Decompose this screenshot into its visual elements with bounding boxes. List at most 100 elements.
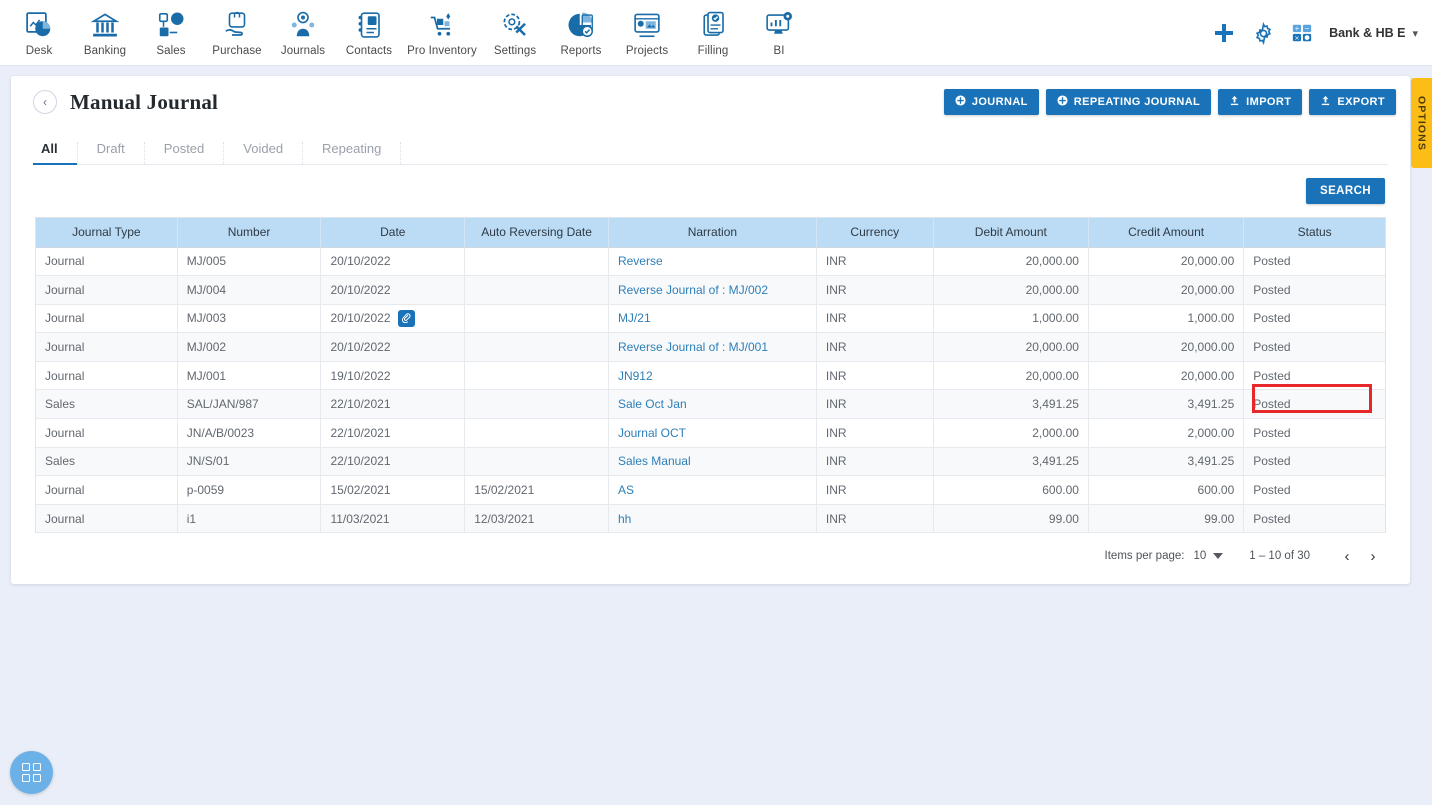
cell-narration[interactable]: Reverse Journal of : MJ/001 [608,332,817,362]
narration-link[interactable]: Sales Manual [618,454,691,468]
cell-journal-type: Journal [36,475,178,505]
cell-number: i1 [177,504,322,534]
cell-text: Journal [45,340,85,355]
cell-narration[interactable]: Reverse [608,247,817,277]
nav-item-reports[interactable]: Reports [548,4,614,57]
table-row[interactable]: Sales JN/S/01 22/10/2021 Sales Manual INR 3,4… [36,447,1385,477]
plus-circle-icon [1057,95,1068,109]
cell-credit-amount: 1,000.00 [1088,304,1245,334]
nav-item-contacts[interactable]: Contacts [336,4,402,57]
cell-narration[interactable]: Journal OCT [608,418,817,448]
cell-text: 20,000.00 [1180,282,1235,297]
cell-text: 600.00 [1042,483,1079,498]
plus-icon[interactable] [1212,21,1236,45]
cell-narration[interactable]: hh [608,504,817,534]
column-header-debit-amount[interactable]: Debit Amount [933,218,1089,248]
table-row[interactable]: Sales SAL/JAN/987 22/10/2021 Sale Oct Jan IN… [36,389,1385,420]
items-per-page-dropdown-icon[interactable] [1213,553,1224,560]
cell-narration[interactable]: Sale Oct Jan [608,389,817,420]
search-button[interactable]: SEARCH [1306,178,1385,204]
cell-debit-amount: 600.00 [933,475,1089,505]
nav-item-pro-inventory[interactable]: Pro Inventory [402,4,482,57]
cell-currency: INR [816,475,934,505]
nav-item-desk[interactable]: Desk [6,4,72,57]
cell-narration[interactable]: Sales Manual [608,447,817,477]
items-per-page-value[interactable]: 10 [1193,550,1206,562]
table-row[interactable]: Journal p-0059 15/02/2021 15/02/2021 AS INR 60… [36,475,1385,505]
nav-item-bi[interactable]: BI [746,4,812,57]
narration-link[interactable]: MJ/21 [618,311,651,325]
tab-voided[interactable]: Voided [224,142,304,164]
column-header-label: Status [1297,225,1332,240]
back-button[interactable]: ‹ [33,90,57,114]
cell-number: MJ/003 [177,304,322,334]
narration-link[interactable]: hh [618,512,631,526]
table-row[interactable]: Journal MJ/002 20/10/2022 Reverse Journal o… [36,332,1385,362]
cell-status: Posted [1243,247,1385,277]
table-row[interactable]: Journal i1 11/03/2021 12/03/2021 hh INR 99.00 9… [36,504,1385,534]
table-row[interactable]: Journal MJ/001 19/10/2022 JN912 INR 20,000.00… [36,361,1385,391]
cell-narration[interactable]: AS [608,475,817,505]
narration-link[interactable]: AS [618,483,634,497]
journal-button[interactable]: JOURNAL [943,89,1039,115]
table-row[interactable]: Journal MJ/004 20/10/2022 Reverse Journal o… [36,275,1385,305]
repeating-journal-button[interactable]: REPEATING JOURNAL [1045,89,1212,115]
cell-date: 19/10/2022 [320,361,466,391]
export-button[interactable]: EXPORT [1309,89,1396,115]
cell-narration[interactable]: JN912 [608,361,817,391]
narration-link[interactable]: Sale Oct Jan [618,397,687,411]
cell-text: INR [825,311,847,326]
next-page-button[interactable]: › [1360,543,1386,569]
tab-repeating[interactable]: Repeating [303,142,402,164]
nav-item-label: Reports [560,45,602,57]
bi-icon [762,8,796,42]
import-button[interactable]: IMPORT [1218,89,1303,115]
cell-auto-reversing-date: 12/03/2021 [464,504,609,534]
narration-link[interactable]: Journal OCT [618,426,686,440]
column-header-date[interactable]: Date [320,218,466,248]
table-row[interactable]: Journal MJ/003 20/10/2022 MJ/21 INR 1,000.00 1… [36,304,1385,334]
nav-item-filling[interactable]: Filling [680,4,746,57]
cell-status: Posted [1243,275,1385,305]
calculator-icon[interactable]: + − × [1291,22,1313,44]
table-row[interactable]: Journal JN/A/B/0023 22/10/2021 Journal OCT I… [36,418,1385,448]
attachment-icon[interactable] [397,309,415,327]
nav-item-banking[interactable]: Banking [72,4,138,57]
cell-narration[interactable]: MJ/21 [608,304,817,334]
cell-text: INR [825,454,847,469]
apps-grid-button[interactable] [10,751,53,794]
tab-draft[interactable]: Draft [78,142,145,164]
cell-date-text: 22/10/2021 [330,397,391,412]
cell-currency: INR [816,361,934,391]
column-header-currency[interactable]: Currency [816,218,934,248]
cell-narration[interactable]: Reverse Journal of : MJ/002 [608,275,817,305]
gear-icon[interactable] [1252,21,1275,45]
table-row[interactable]: Journal MJ/005 20/10/2022 Reverse INR 20,000.… [36,247,1385,277]
tab-all[interactable]: All [33,142,78,165]
narration-link[interactable]: Reverse [618,254,663,268]
previous-page-button[interactable]: ‹ [1334,543,1360,569]
cell-auto-reversing-date [464,389,609,420]
options-side-tab[interactable]: OPTIONS [1411,78,1432,168]
cell-status: Posted [1243,504,1385,534]
column-header-credit-amount[interactable]: Credit Amount [1088,218,1245,248]
narration-link[interactable]: Reverse Journal of : MJ/001 [618,340,768,354]
nav-item-projects[interactable]: Projects [614,4,680,57]
user-account-menu[interactable]: Bank & HB E ▾ [1329,26,1418,40]
nav-item-sales[interactable]: Sales [138,4,204,57]
column-header-number[interactable]: Number [177,218,322,248]
cell-text: 20,000.00 [1025,368,1079,383]
nav-item-purchase[interactable]: Purchase [204,4,270,57]
narration-link[interactable]: Reverse Journal of : MJ/002 [618,283,768,297]
nav-item-journals[interactable]: Journals [270,4,336,57]
narration-link[interactable]: JN912 [618,369,653,383]
column-header-narration[interactable]: Narration [608,218,817,248]
cell-number: MJ/001 [177,361,322,391]
chevron-down-icon: ▾ [1412,27,1418,40]
cell-number: JN/S/01 [177,447,322,477]
column-header-journal-type[interactable]: Journal Type [36,218,178,248]
nav-item-settings[interactable]: Settings [482,4,548,57]
column-header-auto-reversing-date[interactable]: Auto Reversing Date [464,218,609,248]
tab-posted[interactable]: Posted [145,142,225,164]
column-header-status[interactable]: Status [1243,218,1385,248]
